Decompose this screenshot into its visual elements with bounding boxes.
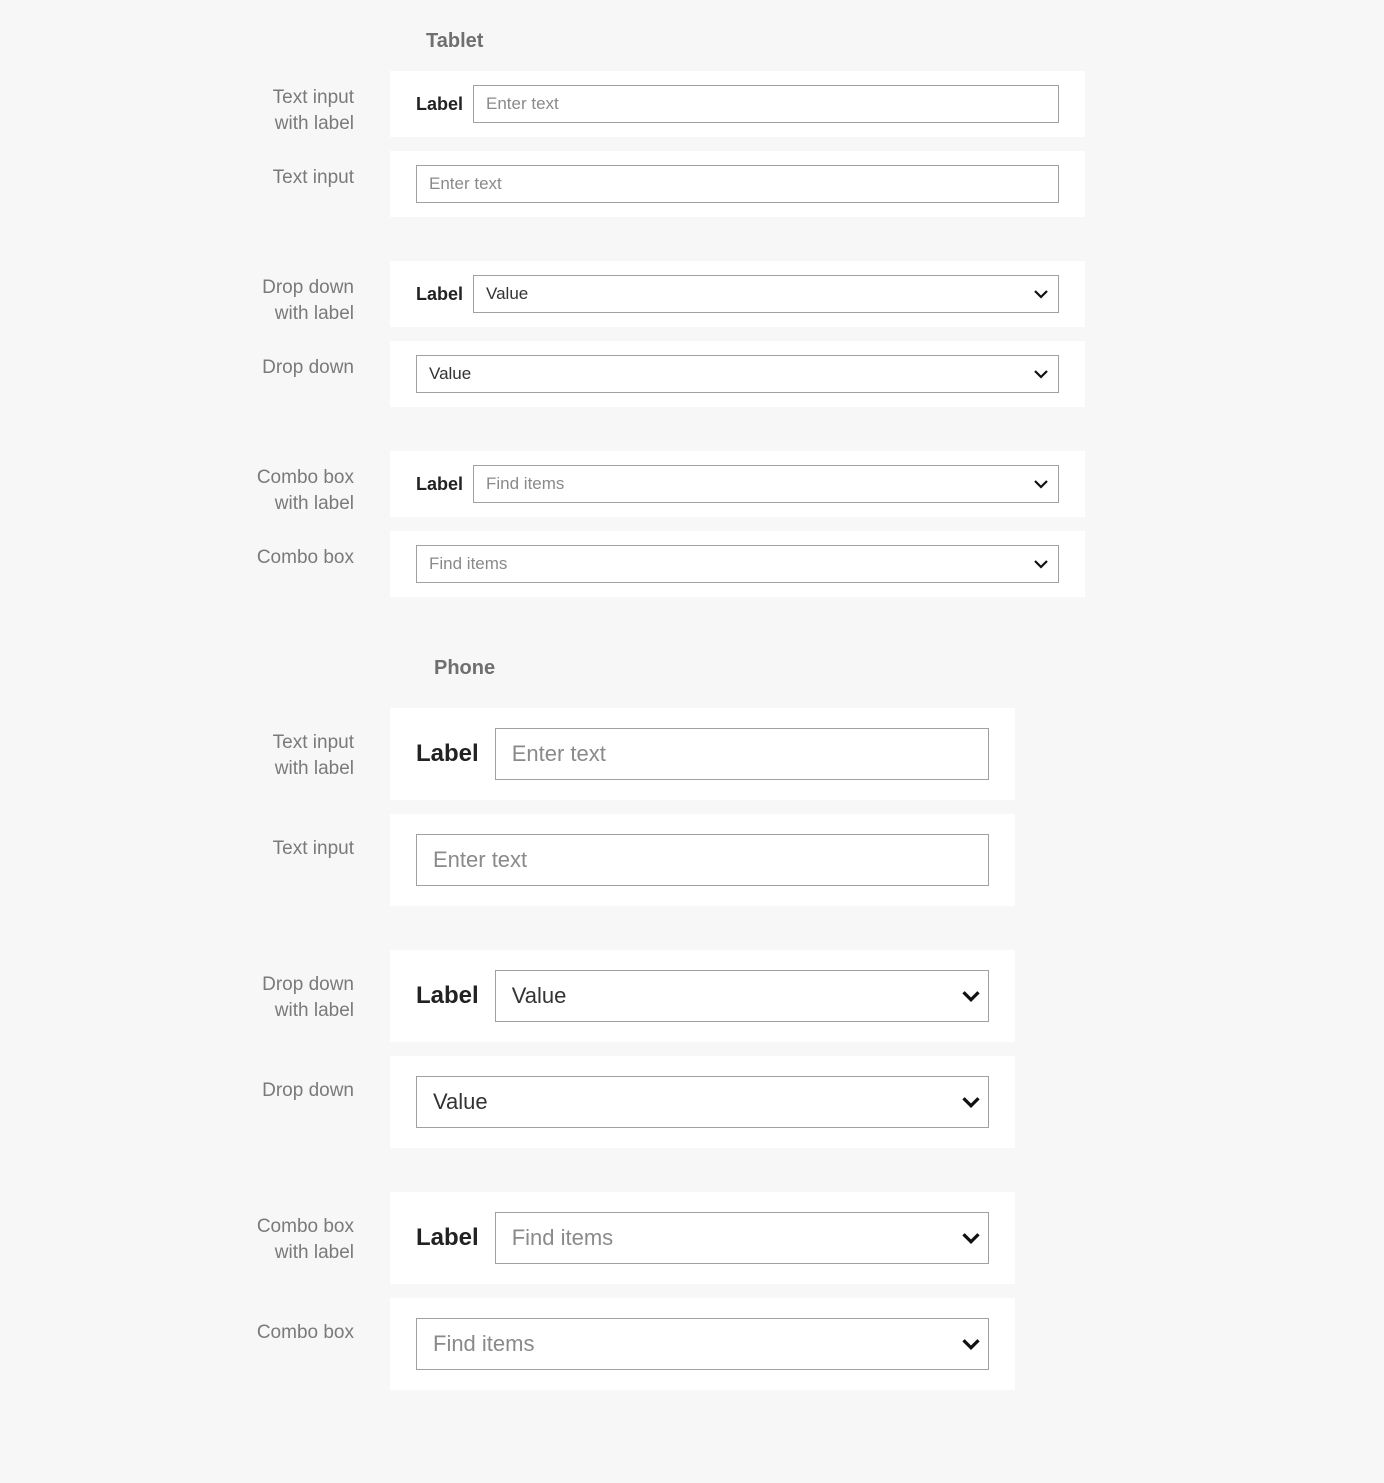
dropdown-value: Value bbox=[417, 1089, 954, 1115]
chevron-down-icon bbox=[954, 1319, 988, 1369]
card-dropdown-with-label: Label Value bbox=[390, 261, 1085, 327]
field-label: Label bbox=[416, 94, 463, 115]
chevron-down-icon bbox=[1024, 276, 1058, 312]
combobox-control[interactable]: Find items bbox=[495, 1212, 989, 1264]
row-description: Drop down bbox=[0, 1056, 390, 1104]
dropdown-value: Value bbox=[496, 983, 954, 1009]
row-phone-text-input-with-label: Text input with label Label bbox=[0, 708, 1384, 800]
chevron-down-icon bbox=[954, 971, 988, 1021]
row-phone-combobox-with-label: Combo box with label Label Find items bbox=[0, 1192, 1384, 1284]
card-text-input bbox=[390, 814, 1015, 906]
card-combobox-with-label: Label Find items bbox=[390, 1192, 1015, 1284]
text-input-control[interactable] bbox=[495, 728, 989, 780]
row-tablet-dropdown: Drop down Value bbox=[0, 341, 1384, 407]
card-text-input-with-label: Label bbox=[390, 708, 1015, 800]
text-input-control[interactable] bbox=[416, 834, 989, 886]
field-label: Label bbox=[416, 982, 479, 1010]
field-label: Label bbox=[416, 740, 479, 768]
text-input-control[interactable] bbox=[473, 85, 1059, 123]
text-input-control[interactable] bbox=[416, 165, 1059, 203]
row-phone-text-input: Text input bbox=[0, 814, 1384, 906]
combobox-control[interactable]: Find items bbox=[416, 545, 1059, 583]
combobox-control[interactable]: Find items bbox=[473, 465, 1059, 503]
row-description: Drop down with label bbox=[0, 950, 390, 1023]
row-description: Text input with label bbox=[0, 708, 390, 781]
combobox-placeholder: Find items bbox=[417, 554, 1024, 574]
row-description: Drop down with label bbox=[0, 261, 390, 326]
chevron-down-icon bbox=[1024, 546, 1058, 582]
row-description: Text input bbox=[0, 814, 390, 862]
row-description: Combo box bbox=[0, 531, 390, 571]
card-combobox: Find items bbox=[390, 1298, 1015, 1390]
row-tablet-combobox-with-label: Combo box with label Label Find items bbox=[0, 451, 1384, 517]
field-label: Label bbox=[416, 284, 463, 305]
row-tablet-text-input: Text input bbox=[0, 151, 1384, 217]
row-description: Combo box with label bbox=[0, 1192, 390, 1265]
combobox-placeholder: Find items bbox=[496, 1225, 954, 1251]
dropdown-control[interactable]: Value bbox=[495, 970, 989, 1022]
text-input[interactable] bbox=[417, 847, 988, 873]
row-phone-dropdown: Drop down Value bbox=[0, 1056, 1384, 1148]
chevron-down-icon bbox=[954, 1213, 988, 1263]
card-dropdown: Value bbox=[390, 1056, 1015, 1148]
row-tablet-combobox: Combo box Find items bbox=[0, 531, 1384, 597]
card-text-input bbox=[390, 151, 1085, 217]
chevron-down-icon bbox=[954, 1077, 988, 1127]
section-heading-phone: Phone bbox=[434, 657, 1384, 680]
combobox-placeholder: Find items bbox=[474, 474, 1024, 494]
row-phone-combobox: Combo box Find items bbox=[0, 1298, 1384, 1390]
dropdown-value: Value bbox=[417, 364, 1024, 384]
card-dropdown-with-label: Label Value bbox=[390, 950, 1015, 1042]
row-description: Text input bbox=[0, 151, 390, 191]
dropdown-control[interactable]: Value bbox=[416, 355, 1059, 393]
chevron-down-icon bbox=[1024, 356, 1058, 392]
combobox-control[interactable]: Find items bbox=[416, 1318, 989, 1370]
text-input[interactable] bbox=[474, 94, 1058, 114]
dropdown-control[interactable]: Value bbox=[473, 275, 1059, 313]
text-input[interactable] bbox=[417, 174, 1058, 194]
row-tablet-dropdown-with-label: Drop down with label Label Value bbox=[0, 261, 1384, 327]
card-text-input-with-label: Label bbox=[390, 71, 1085, 137]
row-description: Drop down bbox=[0, 341, 390, 381]
row-tablet-text-input-with-label: Text input with label Label bbox=[0, 71, 1384, 137]
field-label: Label bbox=[416, 474, 463, 495]
row-phone-dropdown-with-label: Drop down with label Label Value bbox=[0, 950, 1384, 1042]
dropdown-value: Value bbox=[474, 284, 1024, 304]
section-heading-tablet: Tablet bbox=[426, 30, 1384, 53]
dropdown-control[interactable]: Value bbox=[416, 1076, 989, 1128]
combobox-placeholder: Find items bbox=[417, 1331, 954, 1357]
row-description: Combo box with label bbox=[0, 451, 390, 516]
row-description: Text input with label bbox=[0, 71, 390, 136]
text-input[interactable] bbox=[496, 741, 988, 767]
card-combobox: Find items bbox=[390, 531, 1085, 597]
card-dropdown: Value bbox=[390, 341, 1085, 407]
row-description: Combo box bbox=[0, 1298, 390, 1346]
field-label: Label bbox=[416, 1224, 479, 1252]
chevron-down-icon bbox=[1024, 466, 1058, 502]
card-combobox-with-label: Label Find items bbox=[390, 451, 1085, 517]
